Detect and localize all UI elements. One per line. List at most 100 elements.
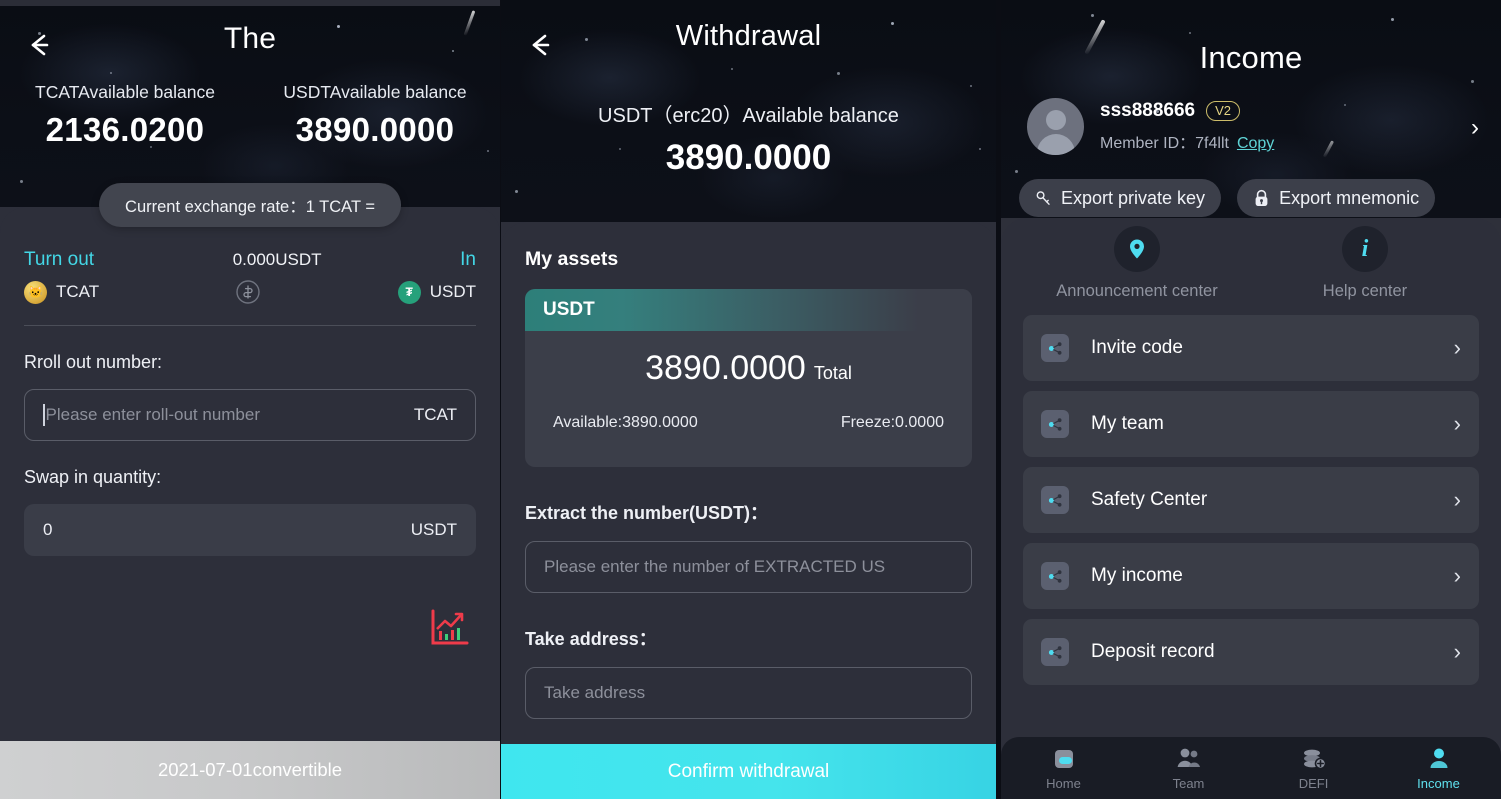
extract-number-label: Extract the number(USDT)： [525,503,769,523]
convertible-footer-button[interactable]: 2021-07-01convertible [0,741,500,799]
bottom-tab-bar: Home Team DEFI Income [1001,737,1501,799]
tcat-coin-icon: 🐱 [24,280,47,304]
profile-name-row: sss888666 V2 [1100,100,1274,122]
usdt-coin-icon: ₮ [397,280,421,304]
asset-card-usdt[interactable]: USDT 3890.0000 Total Available:3890.0000 … [525,289,972,467]
swap-sheet: Current exchange rate：1 TCAT = Turn out … [0,183,500,799]
share-nodes-icon [1041,562,1069,590]
swap-in-value: 0 [43,520,53,539]
menu-item-deposit-record[interactable]: Deposit record › [1023,619,1479,685]
swap-rate-value: 0.000USDT [232,250,322,269]
tab-label: Team [1172,776,1205,791]
copy-button[interactable]: Copy [1237,135,1274,152]
back-arrow-icon [31,34,49,56]
page-title: Withdrawal [675,20,822,52]
export-mnemonic-button[interactable]: Export mnemonic [1237,179,1436,217]
share-nodes-icon [1041,334,1069,362]
withdrawal-balance-value: 3890.0000 [665,138,832,177]
page-title: Income [1199,40,1303,75]
coin-to[interactable]: ₮ USDT [397,280,476,304]
menu-label: Invite code [1091,337,1183,358]
withdrawal-sheet: My assets USDT 3890.0000 Total Available:… [501,222,996,799]
roll-out-label: Rroll out number: [24,352,163,372]
export-private-key-label: Export private key [1061,187,1206,208]
tab-label: Home [1046,776,1081,791]
profile-row[interactable]: sss888666 V2 Member ID：7f4llt Copy › [1001,98,1501,155]
tab-label: DEFI [1298,776,1329,791]
convertible-footer-label: 2021-07-01convertible [157,759,343,780]
team-icon [1126,745,1251,772]
defi-coins-icon [1251,745,1376,772]
balance-tcat: TCATAvailable balance 2136.0200 [0,82,250,149]
status-strip [0,0,500,6]
export-private-key-button[interactable]: Export private key [1019,179,1222,217]
share-nodes-icon [1041,410,1069,438]
asset-freeze: Freeze:0.0000 [840,414,944,431]
tab-home[interactable]: Home [1001,745,1126,791]
my-assets-heading: My assets [525,248,619,270]
take-address-input[interactable]: Take address [525,667,972,719]
tab-team[interactable]: Team [1126,745,1251,791]
take-address-label: Take address： [525,629,657,649]
panel-withdrawal: Withdrawal USDT（erc20）Available balance … [501,0,996,799]
tab-defi[interactable]: DEFI [1251,745,1376,791]
confirm-withdrawal-button[interactable]: Confirm withdrawal [501,744,996,799]
chevron-right-icon[interactable]: › [1471,114,1479,142]
share-nodes-icon [1041,486,1069,514]
menu-item-invite-code[interactable]: Invite code › [1023,315,1479,381]
export-buttons-row: Export private key Export mnemonic [1001,179,1501,217]
balance-value: 2136.0200 [45,111,205,148]
panel-swap: The TCATAvailable balance 2136.0200 USDT… [0,0,500,799]
roll-out-suffix: TCAT [413,405,457,424]
market-chart-icon[interactable] [428,607,470,649]
take-address-placeholder: Take address [544,683,646,702]
member-id-row: Member ID：7f4llt Copy [1100,129,1274,153]
tab-label: Income [1417,776,1460,791]
help-center-item[interactable]: i Help center [1251,226,1479,301]
announcement-center-label: Announcement center [1056,282,1218,300]
menu-item-my-team[interactable]: My team › [1023,391,1479,457]
balance-label: USDTAvailable balance [283,82,467,102]
balance-usdt: USDTAvailable balance 3890.0000 [250,82,500,149]
swap-in-input[interactable]: 0 USDT [24,504,476,556]
key-icon [1036,190,1050,205]
menu-item-my-income[interactable]: My income › [1023,543,1479,609]
swap-direction-button[interactable] [99,279,398,305]
announcement-center-item[interactable]: Announcement center [1023,226,1251,301]
lock-icon [1255,189,1268,206]
back-button[interactable] [22,28,56,62]
section-divider [24,325,476,326]
multi-screen-container: The TCATAvailable balance 2136.0200 USDT… [0,0,1501,799]
help-icon-circle: i [1342,226,1388,272]
confirm-withdrawal-label: Confirm withdrawal [667,760,830,782]
menu-label: My team [1091,413,1164,434]
back-button[interactable] [523,28,557,62]
announcement-icon-circle [1114,226,1160,272]
coin-from[interactable]: 🐱 TCAT [24,280,99,304]
tab-income[interactable]: Income [1376,745,1501,791]
asset-symbol: USDT [543,299,595,320]
roll-out-input[interactable]: Please enter roll-out number TCAT [24,389,476,441]
swap-circle-icon [236,280,261,304]
asset-card-header: USDT [525,289,972,331]
menu-label: Deposit record [1091,641,1215,662]
home-icon [1001,745,1126,772]
member-id-value: 7f4llt [1195,135,1229,152]
extract-number-input[interactable]: Please enter the number of EXTRACTED US [525,541,972,593]
chevron-right-icon: › [1453,335,1461,360]
income-hero: Income sss888666 V2 Member ID：7f4llt Copy… [1001,0,1501,218]
roll-out-placeholder: Please enter roll-out number [45,405,261,424]
swap-coins-row: 🐱 TCAT ₮ USDT [24,279,476,305]
help-center-label: Help center [1322,282,1408,300]
export-mnemonic-label: Export mnemonic [1279,187,1420,208]
panel-income: Income sss888666 V2 Member ID：7f4llt Copy… [1001,0,1501,799]
coin-to-label: USDT [429,282,476,301]
swap-in-quantity-label: Swap in quantity: [24,467,162,487]
withdrawal-balance-label: USDT（erc20）Available balance [598,105,899,127]
share-nodes-icon [1041,638,1069,666]
income-menu-list: Invite code › My team › Safety Center › [1023,315,1479,685]
avatar-icon [1027,98,1084,155]
balance-value: 3890.0000 [295,111,455,148]
menu-item-safety-center[interactable]: Safety Center › [1023,467,1479,533]
asset-total-row: 3890.0000 Total [525,349,972,388]
